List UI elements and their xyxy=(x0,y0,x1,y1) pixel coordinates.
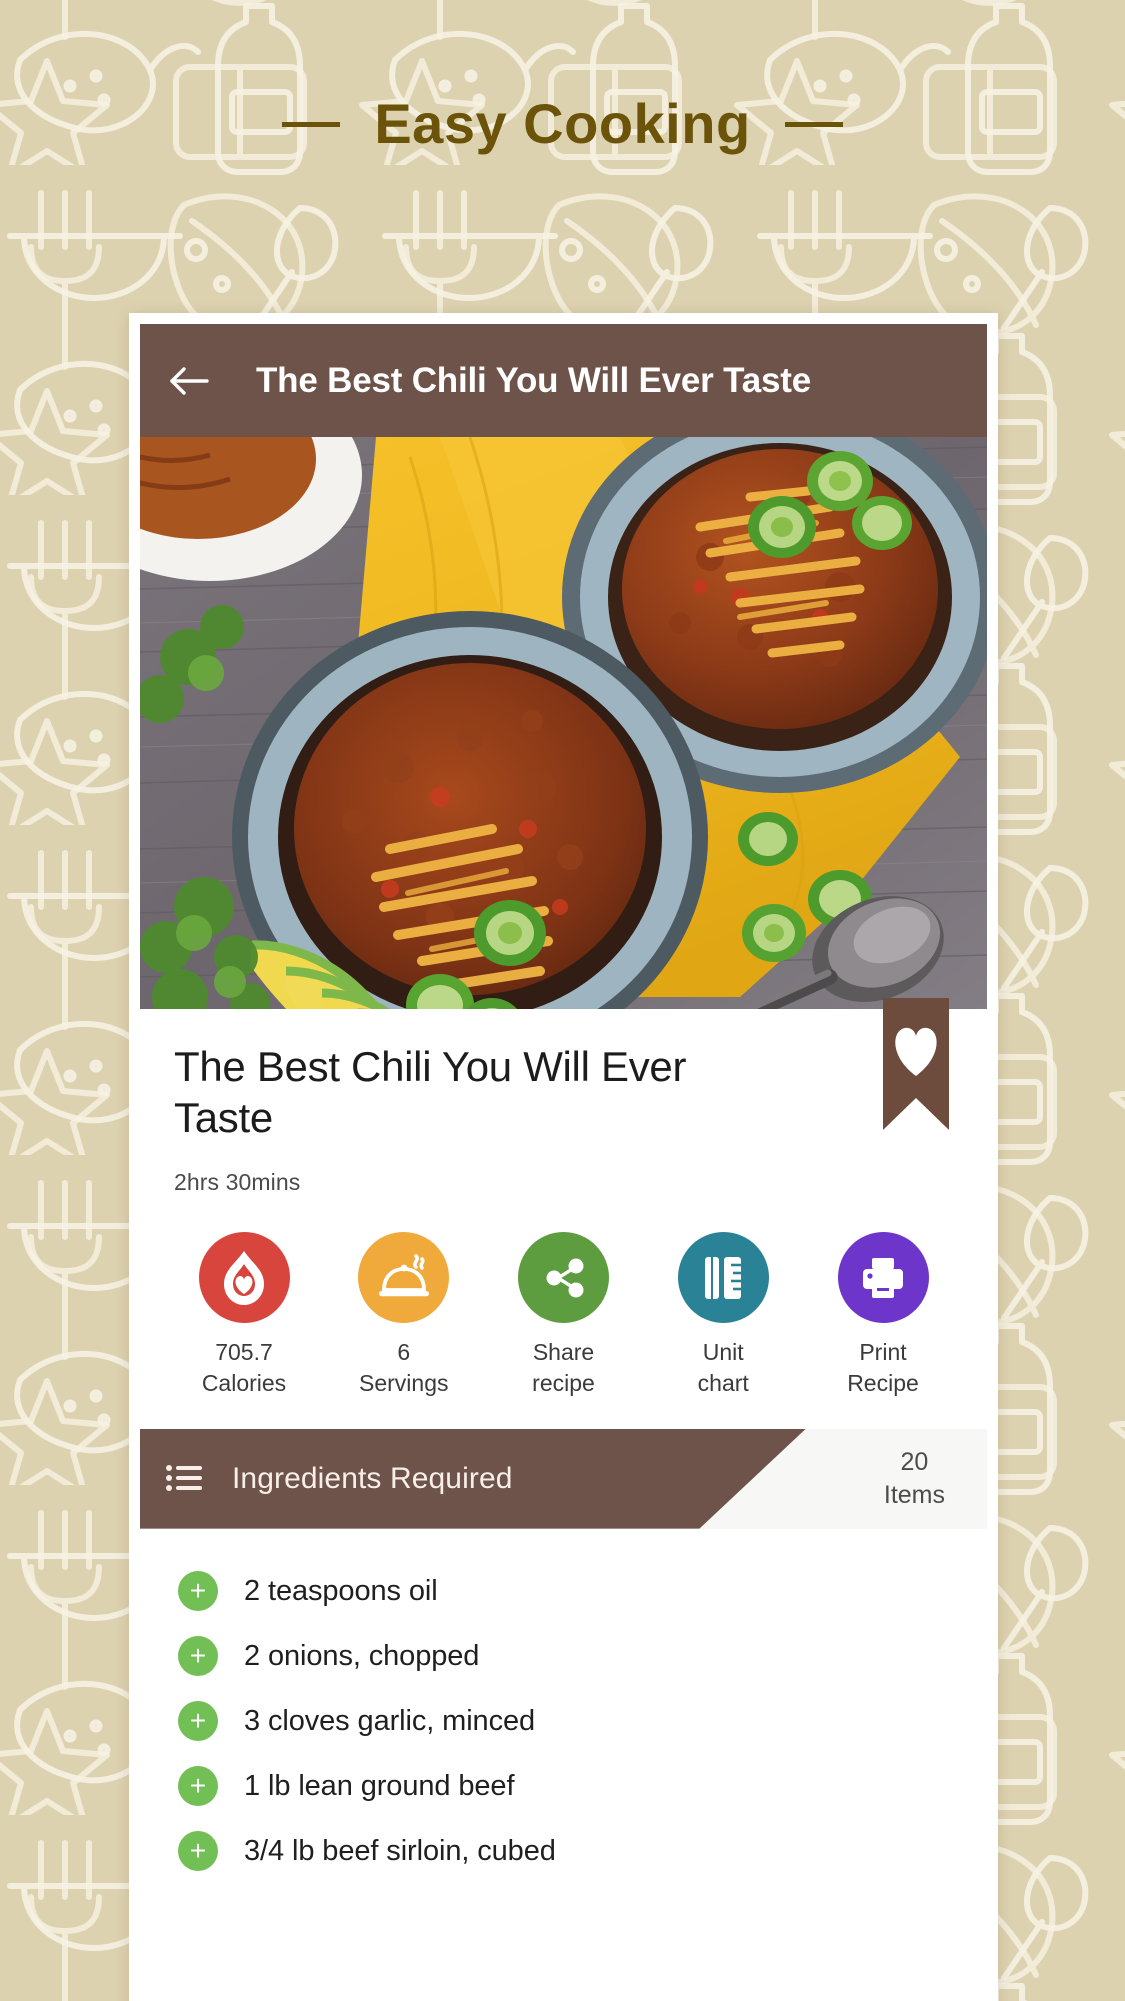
unit-chart-title: Unit xyxy=(702,1339,744,1366)
printer-icon xyxy=(863,1257,903,1298)
page-title: Easy Cooking xyxy=(374,92,751,155)
print-label: Print Recipe xyxy=(847,1337,919,1398)
action-calories[interactable]: 705.7 Calories xyxy=(180,1232,308,1398)
list-item[interactable]: + 2 teaspoons oil xyxy=(140,1559,987,1624)
share-title: Share xyxy=(532,1339,595,1366)
list-icon xyxy=(166,1464,202,1491)
ingredient-list: + 2 teaspoons oil + 2 onions, chopped + … xyxy=(140,1528,987,1884)
list-item[interactable]: + 2 onions, chopped xyxy=(140,1624,987,1689)
calories-circle xyxy=(198,1232,290,1324)
page-header: Easy Cooking xyxy=(0,0,1125,248)
ingredient-text: 3/4 lb beef sirloin, cubed xyxy=(244,1834,556,1867)
share-icon xyxy=(546,1258,583,1298)
ingredients-count-label: Items xyxy=(883,1480,945,1509)
hero-image xyxy=(140,437,987,1009)
plus-icon[interactable]: + xyxy=(178,1571,218,1612)
title-rule-right xyxy=(784,121,843,127)
calories-value: 705.7 xyxy=(215,1339,273,1366)
arrow-left-icon xyxy=(170,366,209,395)
action-print[interactable]: Print Recipe xyxy=(819,1232,947,1398)
share-subtitle: recipe xyxy=(532,1370,595,1397)
plus-icon[interactable]: + xyxy=(178,1701,218,1742)
recipe-title: The Best Chili You Will Ever Taste xyxy=(174,1043,687,1142)
ruler-icon xyxy=(705,1256,742,1299)
back-button[interactable] xyxy=(166,358,212,404)
plus-icon[interactable]: + xyxy=(178,1831,218,1872)
share-label: Share recipe xyxy=(532,1337,595,1398)
plus-icon[interactable]: + xyxy=(178,1636,218,1677)
print-title: Print xyxy=(859,1339,907,1366)
bookmark-favorite-button[interactable] xyxy=(883,998,949,1130)
heart-icon xyxy=(883,998,949,1130)
servings-unit: Servings xyxy=(359,1370,449,1397)
ingredient-text: 2 teaspoons oil xyxy=(244,1574,438,1607)
unit-chart-circle xyxy=(677,1232,769,1324)
ingredients-count-number: 20 xyxy=(900,1448,929,1477)
calories-unit: Calories xyxy=(201,1370,287,1397)
list-item[interactable]: + 3/4 lb beef sirloin, cubed xyxy=(140,1819,987,1884)
ingredient-text: 1 lb lean ground beef xyxy=(244,1769,515,1802)
action-servings[interactable]: 6 Servings xyxy=(340,1232,468,1398)
servings-label: 6 Servings xyxy=(359,1337,448,1398)
print-subtitle: Recipe xyxy=(847,1370,919,1397)
list-item[interactable]: + 3 cloves garlic, minced xyxy=(140,1689,987,1754)
list-item[interactable]: + 1 lb lean ground beef xyxy=(140,1754,987,1819)
servings-value: 6 xyxy=(397,1339,411,1366)
title-rule-left xyxy=(282,121,341,127)
plus-icon[interactable]: + xyxy=(178,1766,218,1807)
servings-circle xyxy=(358,1232,450,1324)
action-share[interactable]: Share recipe xyxy=(500,1232,628,1398)
unit-chart-subtitle: chart xyxy=(697,1370,749,1397)
ingredient-text: 2 onions, chopped xyxy=(244,1639,480,1672)
recipe-card: The Best Chili You Will Ever Taste The B… xyxy=(129,313,998,2001)
recipe-time: 2hrs 30mins xyxy=(174,1169,301,1196)
cloche-icon xyxy=(378,1254,429,1297)
title-block: The Best Chili You Will Ever Taste 2hrs … xyxy=(140,998,987,1197)
ingredients-banner: Ingredients Required 20 Items xyxy=(140,1428,987,1529)
action-unit-chart[interactable]: Unit chart xyxy=(659,1232,787,1398)
unit-chart-label: Unit chart xyxy=(698,1337,749,1398)
banner-left: Ingredients Required xyxy=(140,1462,513,1496)
ingredients-count: 20 Items xyxy=(884,1429,945,1529)
flame-heart-icon xyxy=(224,1250,264,1305)
print-circle xyxy=(837,1232,929,1324)
app-bar-title: The Best Chili You Will Ever Taste xyxy=(256,360,811,400)
calories-label: 705.7 Calories xyxy=(202,1337,286,1398)
ingredient-text: 3 cloves garlic, minced xyxy=(244,1704,536,1737)
ingredients-title: Ingredients Required xyxy=(232,1461,513,1495)
app-bar: The Best Chili You Will Ever Taste xyxy=(140,324,987,437)
share-circle xyxy=(518,1232,609,1324)
action-row: 705.7 Calories 6 Servings Share recipe U… xyxy=(140,1196,987,1429)
